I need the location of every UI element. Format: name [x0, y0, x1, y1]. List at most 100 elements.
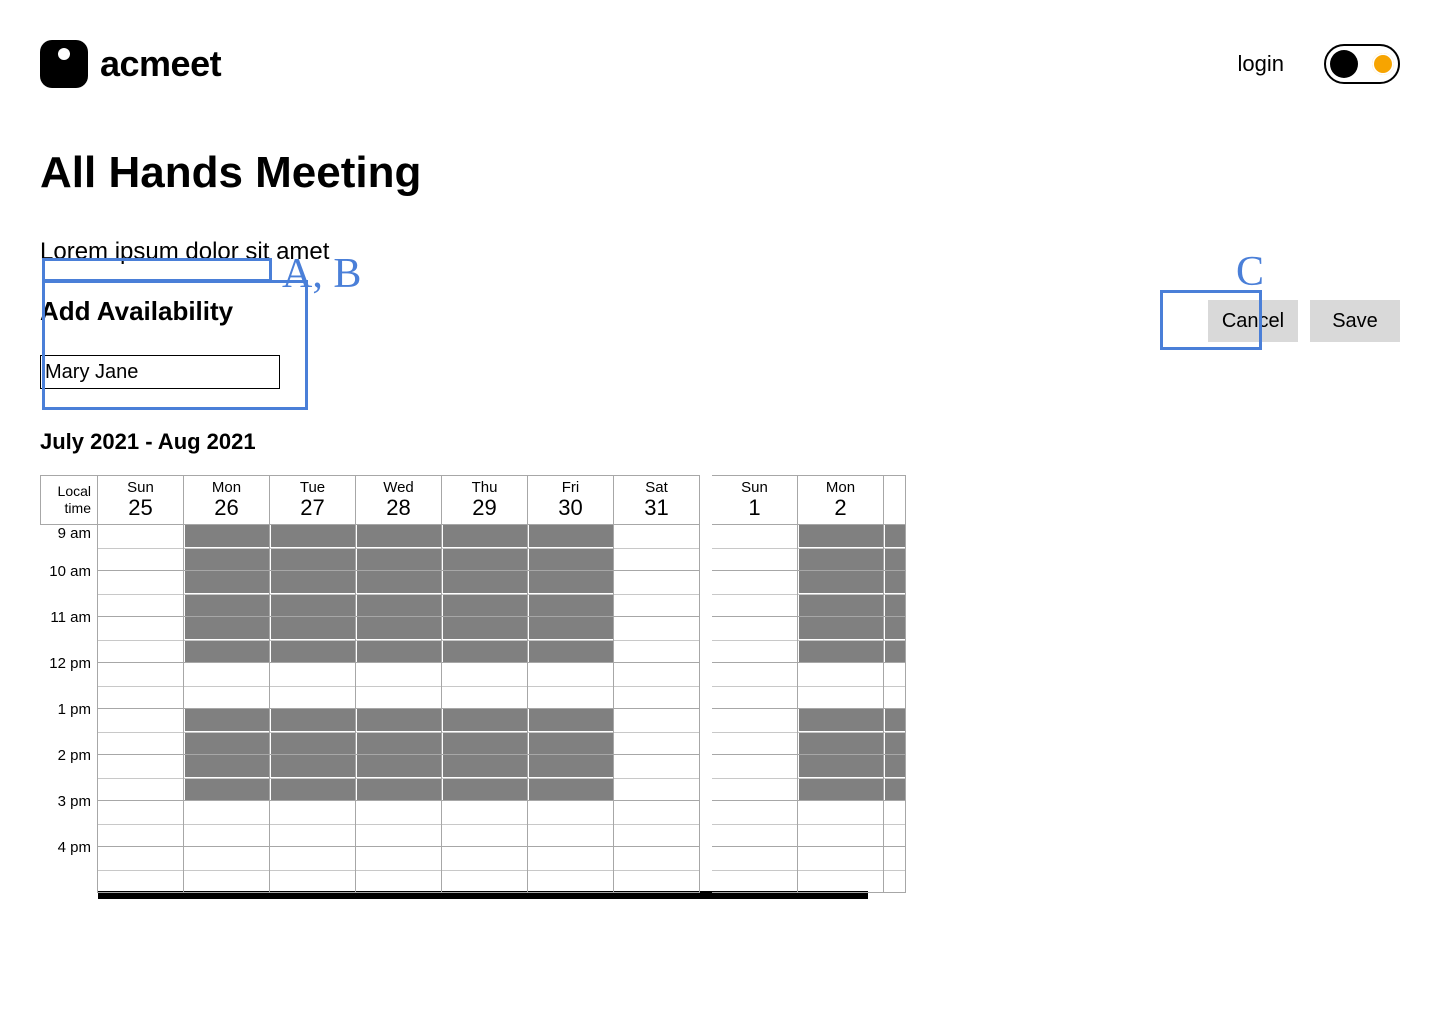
time-slot[interactable]	[885, 525, 905, 547]
time-slot[interactable]	[799, 571, 883, 593]
time-slot[interactable]	[885, 663, 905, 685]
time-slot[interactable]	[271, 571, 355, 593]
time-slot[interactable]	[185, 824, 269, 846]
time-slot[interactable]	[713, 709, 797, 731]
time-slot[interactable]	[271, 732, 355, 754]
time-slot[interactable]	[713, 778, 797, 800]
time-slot[interactable]	[529, 525, 613, 547]
time-slot[interactable]	[443, 525, 527, 547]
day-column[interactable]: Sun25	[98, 475, 184, 893]
time-slot[interactable]	[529, 640, 613, 662]
time-slot[interactable]	[443, 640, 527, 662]
time-slot[interactable]	[99, 525, 183, 547]
time-slot[interactable]	[99, 824, 183, 846]
time-slot[interactable]	[443, 870, 527, 892]
time-slot[interactable]	[529, 824, 613, 846]
time-slot[interactable]	[885, 778, 905, 800]
time-slot[interactable]	[799, 686, 883, 708]
time-slot[interactable]	[799, 663, 883, 685]
time-slot[interactable]	[271, 801, 355, 823]
time-slot[interactable]	[185, 755, 269, 777]
time-slot[interactable]	[99, 594, 183, 616]
time-slot[interactable]	[615, 571, 699, 593]
time-slot[interactable]	[799, 847, 883, 869]
day-column[interactable]: Tue27	[270, 475, 356, 893]
time-slot[interactable]	[443, 732, 527, 754]
time-slot[interactable]	[357, 571, 441, 593]
time-slot[interactable]	[799, 617, 883, 639]
day-column[interactable]: Fri30	[528, 475, 614, 893]
time-slot[interactable]	[271, 709, 355, 731]
time-slot[interactable]	[271, 755, 355, 777]
time-slot[interactable]	[615, 732, 699, 754]
time-slot[interactable]	[529, 755, 613, 777]
day-column[interactable]: Sun1	[712, 475, 798, 893]
time-slot[interactable]	[799, 778, 883, 800]
time-slot[interactable]	[885, 617, 905, 639]
time-slot[interactable]	[99, 778, 183, 800]
time-slot[interactable]	[271, 686, 355, 708]
day-column[interactable]	[884, 475, 906, 893]
time-slot[interactable]	[271, 594, 355, 616]
time-slot[interactable]	[713, 663, 797, 685]
time-slot[interactable]	[529, 732, 613, 754]
time-slot[interactable]	[529, 686, 613, 708]
time-slot[interactable]	[885, 870, 905, 892]
time-slot[interactable]	[615, 548, 699, 570]
time-slot[interactable]	[271, 847, 355, 869]
time-slot[interactable]	[99, 847, 183, 869]
time-slot[interactable]	[443, 801, 527, 823]
time-slot[interactable]	[185, 801, 269, 823]
time-slot[interactable]	[99, 617, 183, 639]
time-slot[interactable]	[615, 755, 699, 777]
time-slot[interactable]	[799, 824, 883, 846]
time-slot[interactable]	[99, 801, 183, 823]
time-slot[interactable]	[799, 870, 883, 892]
day-column[interactable]: Mon2	[798, 475, 884, 893]
time-slot[interactable]	[185, 870, 269, 892]
time-slot[interactable]	[529, 847, 613, 869]
time-slot[interactable]	[885, 640, 905, 662]
time-slot[interactable]	[99, 755, 183, 777]
theme-toggle[interactable]	[1324, 44, 1400, 84]
time-slot[interactable]	[99, 548, 183, 570]
time-slot[interactable]	[357, 594, 441, 616]
login-link[interactable]: login	[1238, 51, 1284, 77]
time-slot[interactable]	[799, 709, 883, 731]
time-slot[interactable]	[271, 663, 355, 685]
time-slot[interactable]	[443, 548, 527, 570]
name-input[interactable]	[40, 355, 280, 389]
time-slot[interactable]	[885, 594, 905, 616]
time-slot[interactable]	[271, 548, 355, 570]
day-column[interactable]: Thu29	[442, 475, 528, 893]
time-slot[interactable]	[271, 778, 355, 800]
time-slot[interactable]	[443, 663, 527, 685]
day-column[interactable]: Mon26	[184, 475, 270, 893]
time-slot[interactable]	[443, 824, 527, 846]
time-slot[interactable]	[185, 663, 269, 685]
time-slot[interactable]	[185, 594, 269, 616]
time-slot[interactable]	[713, 801, 797, 823]
time-slot[interactable]	[185, 640, 269, 662]
time-slot[interactable]	[799, 525, 883, 547]
time-slot[interactable]	[615, 709, 699, 731]
time-slot[interactable]	[529, 571, 613, 593]
time-slot[interactable]	[885, 824, 905, 846]
time-slot[interactable]	[799, 640, 883, 662]
time-slot[interactable]	[713, 847, 797, 869]
time-slot[interactable]	[885, 548, 905, 570]
save-button[interactable]: Save	[1310, 300, 1400, 342]
time-slot[interactable]	[713, 617, 797, 639]
time-slot[interactable]	[885, 571, 905, 593]
time-slot[interactable]	[885, 801, 905, 823]
day-column[interactable]: Wed28	[356, 475, 442, 893]
time-slot[interactable]	[99, 640, 183, 662]
time-slot[interactable]	[885, 755, 905, 777]
time-slot[interactable]	[443, 778, 527, 800]
time-slot[interactable]	[185, 525, 269, 547]
time-slot[interactable]	[615, 594, 699, 616]
time-slot[interactable]	[615, 847, 699, 869]
time-slot[interactable]	[443, 617, 527, 639]
time-slot[interactable]	[615, 824, 699, 846]
time-slot[interactable]	[615, 870, 699, 892]
